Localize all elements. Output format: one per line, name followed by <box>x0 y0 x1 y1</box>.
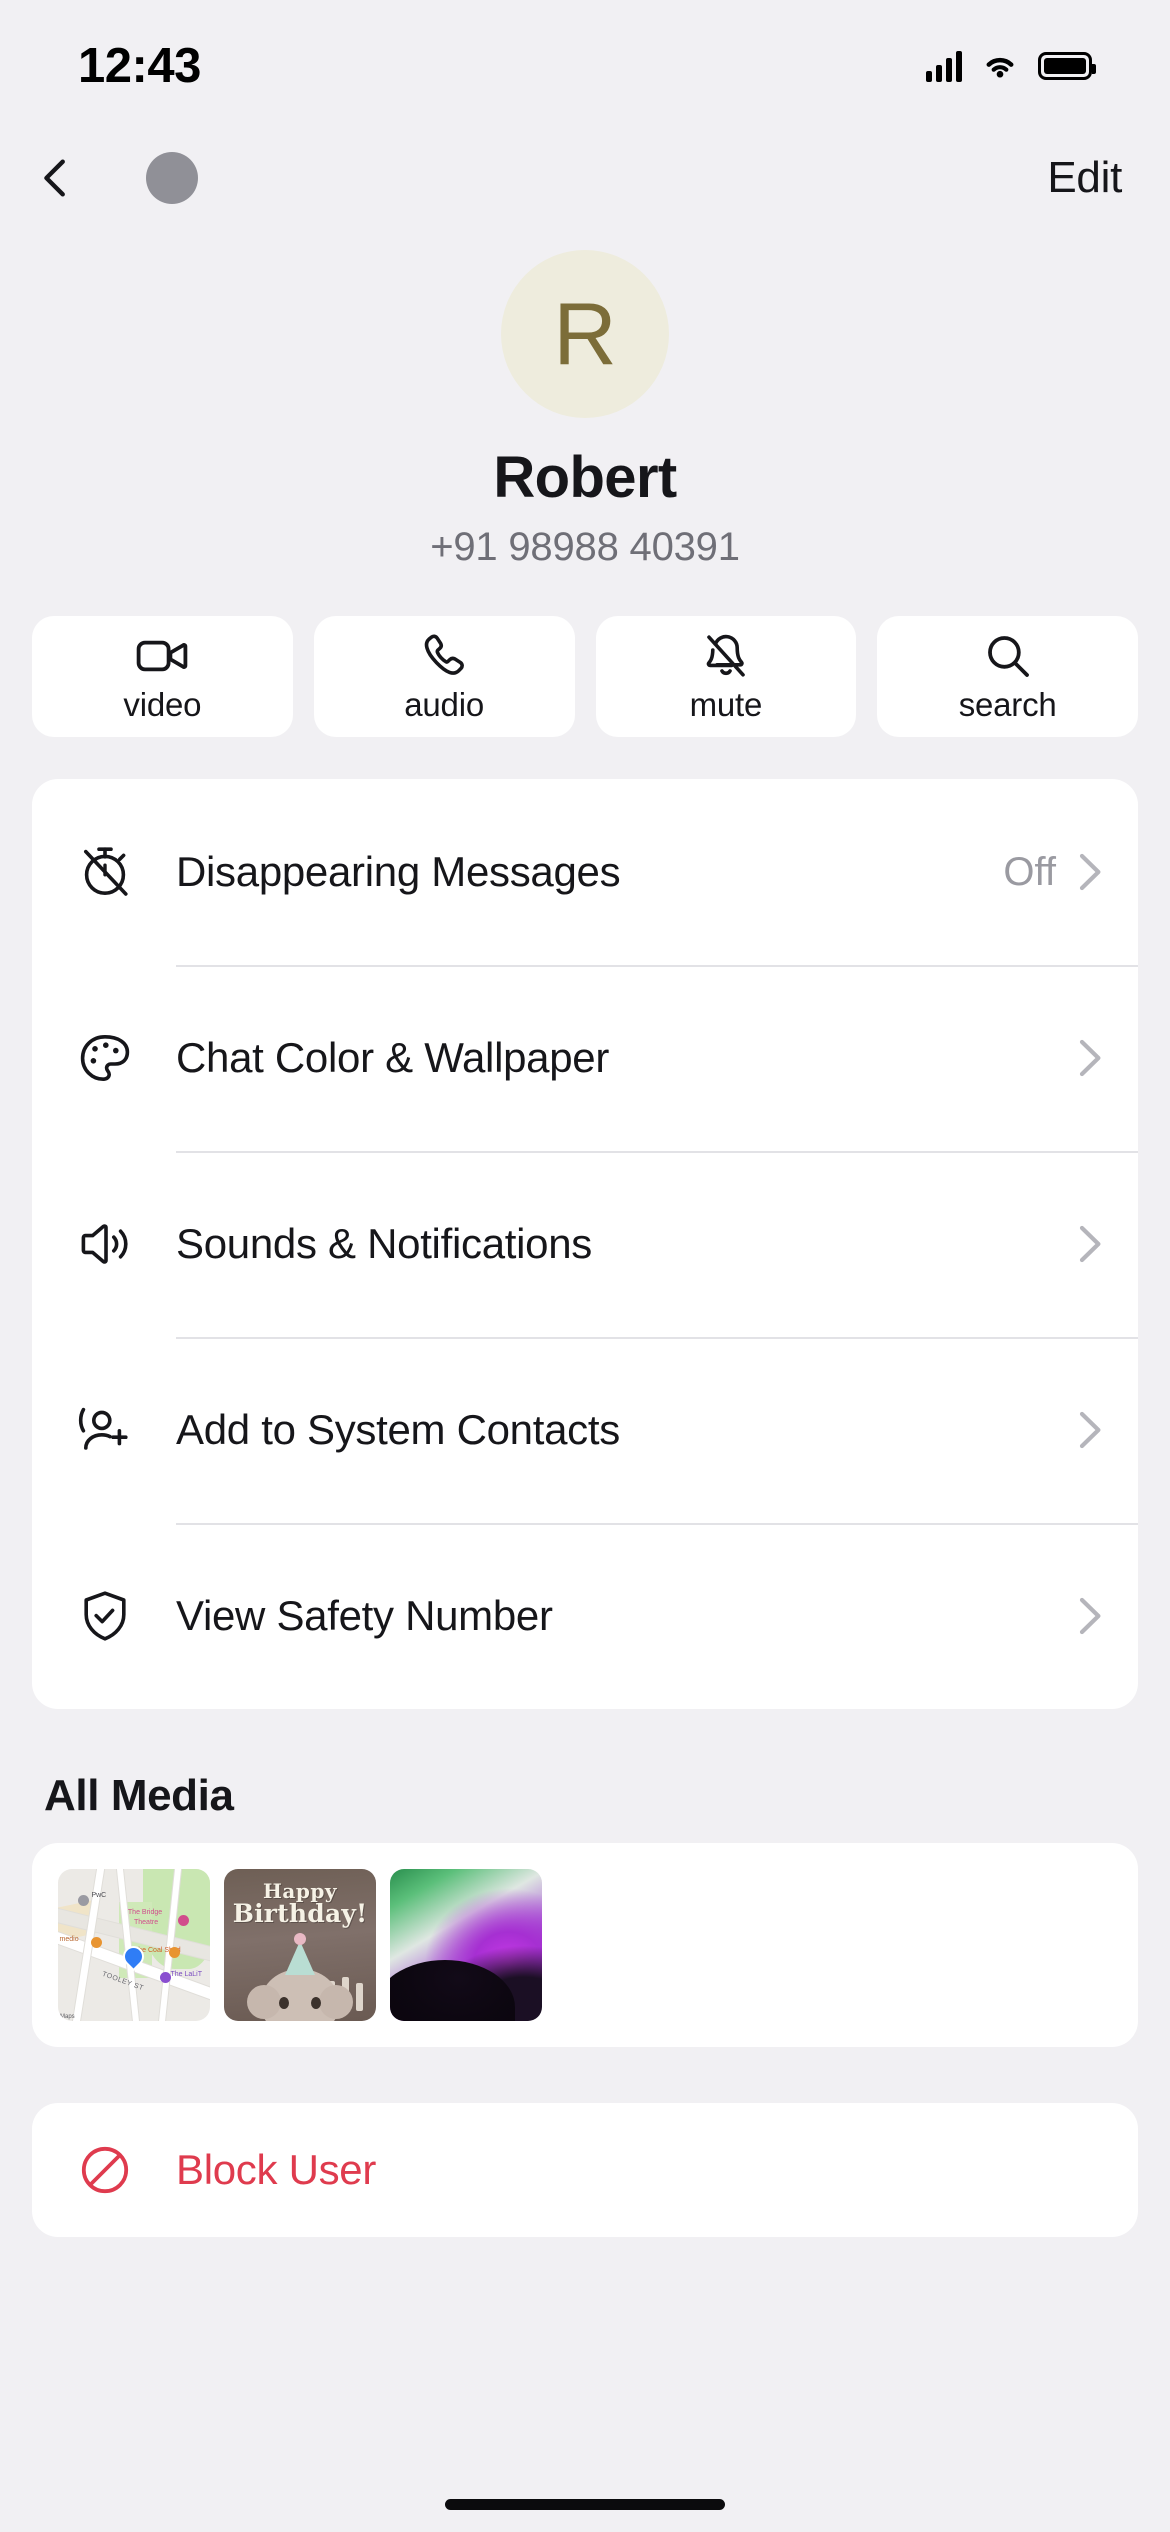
birthday-text-line-2: Birthday! <box>232 1899 368 1928</box>
block-user-button[interactable]: Block User <box>32 2103 1138 2237</box>
chevron-left-icon <box>44 159 65 197</box>
status-bar: 12:43 <box>0 0 1170 132</box>
map-label-medio: medio <box>59 1935 79 1943</box>
contact-avatar-small[interactable] <box>146 152 198 204</box>
chevron-right-icon <box>1078 1224 1104 1264</box>
block-circle-slash-icon <box>72 2142 138 2198</box>
avatar-initial: R <box>553 284 617 383</box>
audio-call-label: audio <box>404 685 484 723</box>
settings-row-chat-color-wallpaper[interactable]: Chat Color & Wallpaper <box>32 965 1138 1151</box>
settings-value: Off <box>1003 849 1056 894</box>
search-label: search <box>958 685 1057 723</box>
settings-label: Disappearing Messages <box>176 848 621 895</box>
media-gallery: PwC The Bridge Theatre The Coal Shed med… <box>32 1843 1138 2047</box>
contact-phone-number: +91 98988 40391 <box>430 525 740 569</box>
map-poi-marker <box>168 1946 180 1958</box>
media-thumbnail-birthday[interactable]: Happy Birthday! <box>224 1869 376 2021</box>
back-button[interactable] <box>22 144 90 212</box>
settings-label: Add to System Contacts <box>176 1406 620 1453</box>
settings-label: View Safety Number <box>176 1592 553 1639</box>
settings-row-disappearing-messages[interactable]: Disappearing Messages Off <box>32 779 1138 965</box>
search-icon <box>985 630 1031 682</box>
map-poi-marker <box>77 1894 89 1906</box>
settings-row-add-to-system-contacts[interactable]: Add to System Contacts <box>32 1337 1138 1523</box>
shield-check-icon <box>72 1588 138 1644</box>
search-button[interactable]: search <box>877 616 1138 737</box>
status-bar-icons <box>926 50 1096 82</box>
person-add-icon <box>72 1402 138 1458</box>
mute-button[interactable]: mute <box>595 616 857 737</box>
settings-card: Disappearing Messages Off Chat Color & W… <box>32 779 1138 1709</box>
block-user-card: Block User <box>32 2103 1138 2237</box>
media-thumbnail-wallpaper[interactable] <box>390 1869 542 2021</box>
battery-full-icon <box>1038 52 1096 80</box>
phone-icon <box>422 630 466 682</box>
quick-actions-row: video audio mute search <box>0 616 1170 737</box>
settings-label: Chat Color & Wallpaper <box>176 1034 610 1081</box>
map-attribution: Maps <box>60 2014 75 2020</box>
block-user-label: Block User <box>176 2146 377 2193</box>
timer-off-icon <box>72 844 138 900</box>
map-poi-marker <box>178 1914 190 1926</box>
settings-row-sounds-notifications[interactable]: Sounds & Notifications <box>32 1151 1138 1337</box>
bell-slash-icon <box>703 630 749 682</box>
map-label-pwc: PwC <box>91 1891 107 1899</box>
speaker-wave-icon <box>72 1216 138 1272</box>
wifi-icon <box>986 57 1014 78</box>
mute-label: mute <box>689 685 763 723</box>
map-label-bridge-theatre-2: Theatre <box>134 1919 159 1927</box>
media-thumbnail-map[interactable]: PwC The Bridge Theatre The Coal Shed med… <box>58 1869 210 2021</box>
chevron-right-icon <box>1078 852 1104 892</box>
settings-row-view-safety-number[interactable]: View Safety Number <box>32 1523 1138 1709</box>
avatar[interactable]: R <box>501 250 669 418</box>
video-call-button[interactable]: video <box>32 616 293 737</box>
home-indicator[interactable] <box>445 2499 725 2510</box>
edit-button[interactable]: Edit <box>1047 153 1122 203</box>
cellular-signal-icon <box>926 50 962 82</box>
page-title: Robert <box>493 445 677 510</box>
audio-call-button[interactable]: audio <box>313 616 575 737</box>
chevron-right-icon <box>1078 1410 1104 1450</box>
settings-label: Sounds & Notifications <box>176 1220 592 1267</box>
chevron-right-icon <box>1078 1596 1104 1636</box>
map-label-lalit: The LaLiT <box>170 1970 202 1978</box>
chevron-right-icon <box>1078 1038 1104 1078</box>
palette-icon <box>72 1030 138 1086</box>
video-camera-icon <box>136 630 188 682</box>
contact-details-screen: 12:43 Edit R Robert +91 98988 40391 vide… <box>0 0 1170 2532</box>
navigation-bar: Edit <box>0 132 1170 224</box>
map-label-bridge-theatre-1: The Bridge <box>127 1908 163 1916</box>
status-bar-time: 12:43 <box>78 39 201 93</box>
section-title-all-media: All Media <box>44 1771 234 1820</box>
video-call-label: video <box>123 685 202 723</box>
profile-header: R Robert +91 98988 40391 <box>0 250 1170 570</box>
